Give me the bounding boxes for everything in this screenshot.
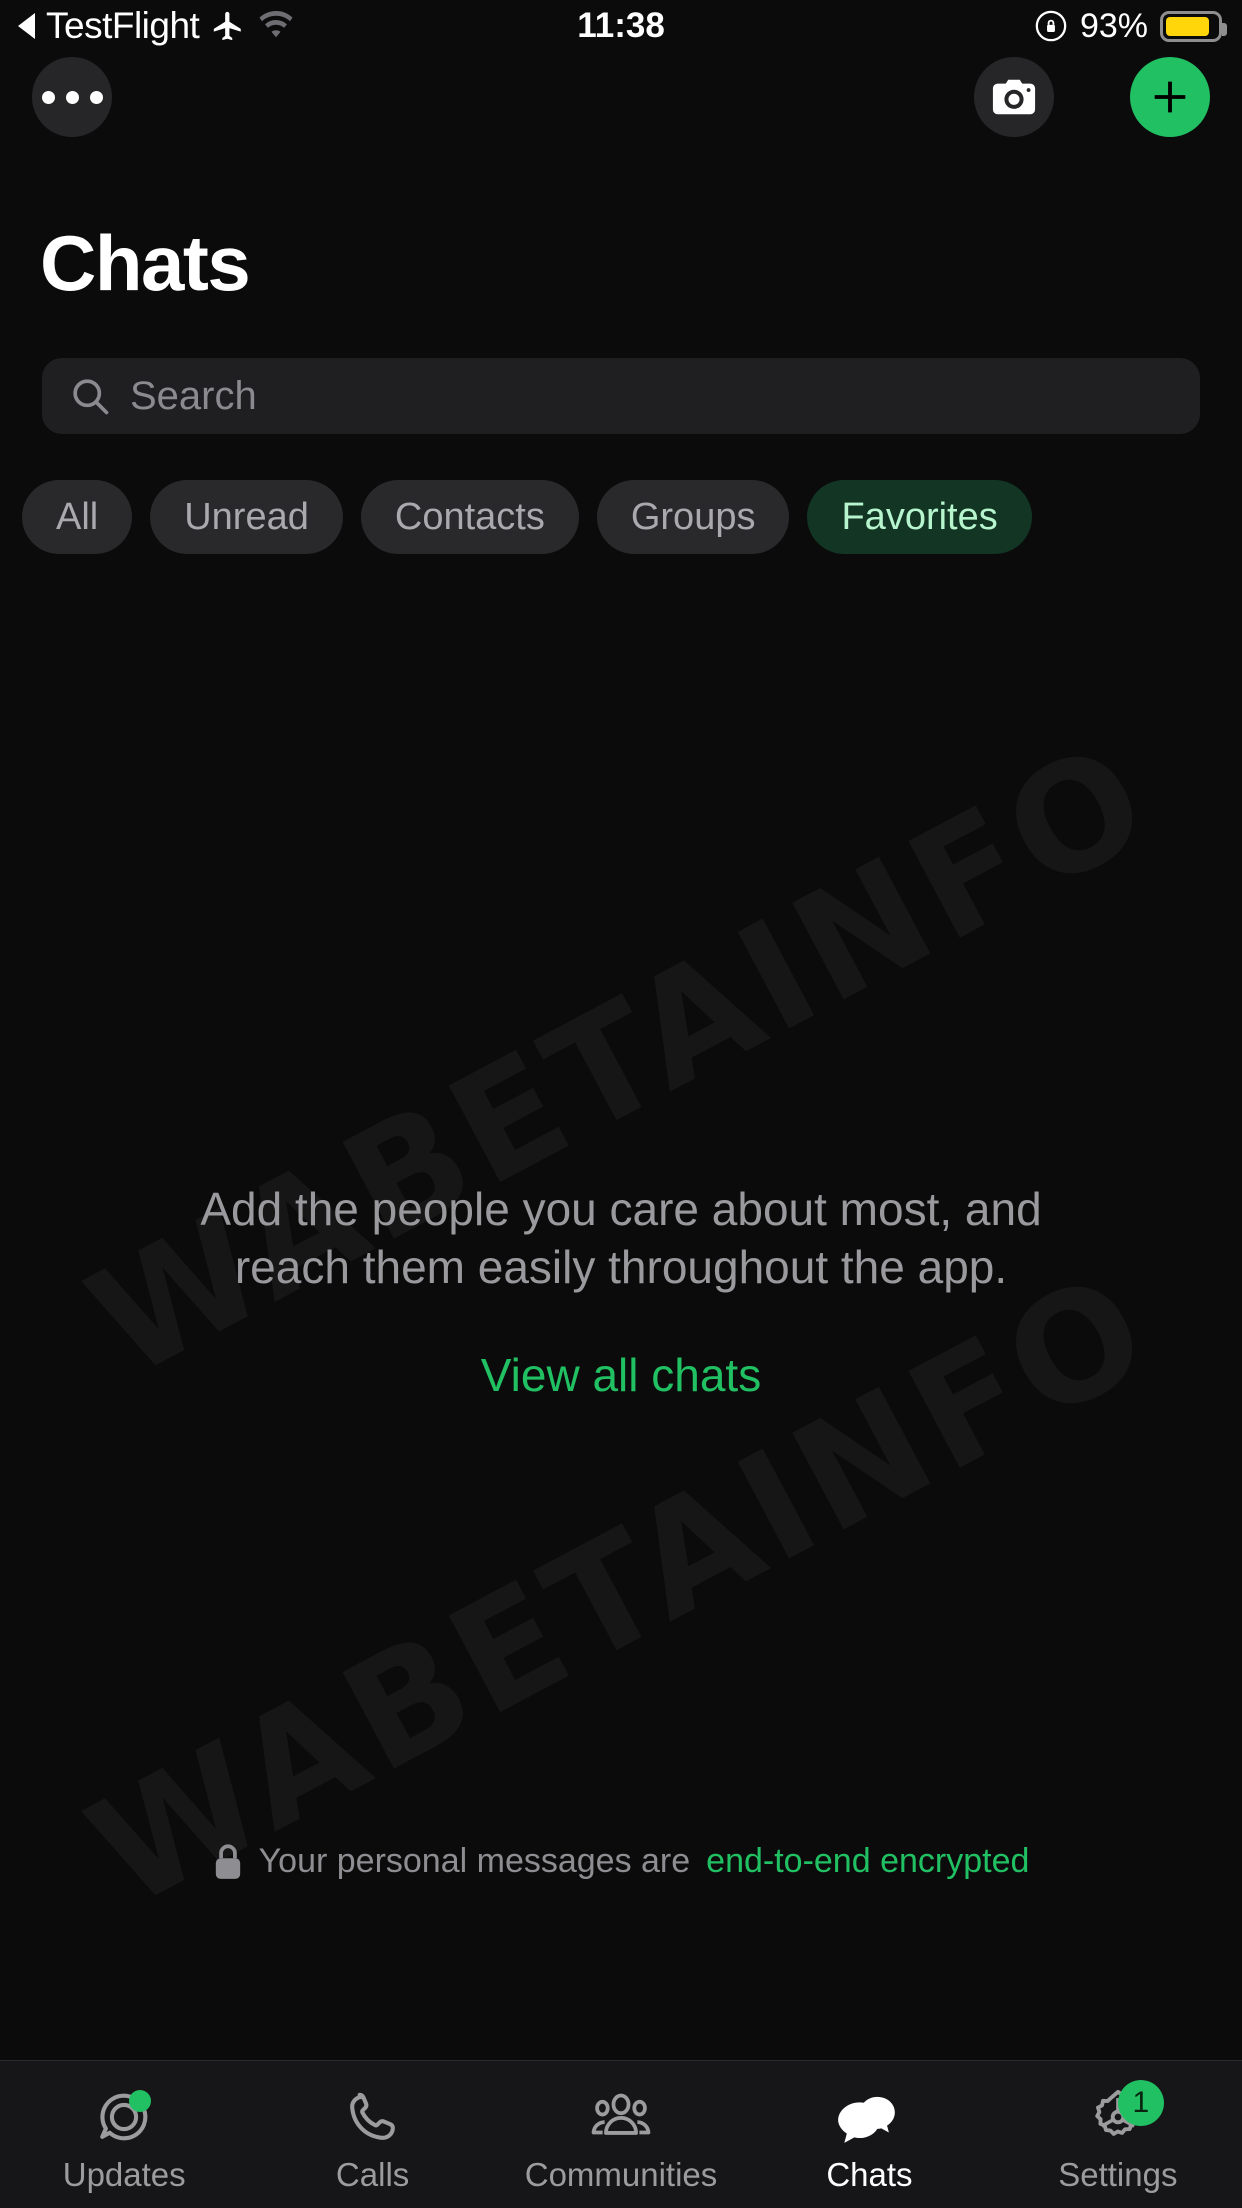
ellipsis-icon	[41, 90, 103, 104]
filter-pill-unread[interactable]: Unread	[150, 480, 343, 554]
plus-icon	[1154, 81, 1186, 113]
empty-state-line-2: reach them easily throughout the app.	[234, 1241, 1008, 1293]
tab-chats[interactable]: Chats	[745, 2061, 993, 2208]
empty-state: Add the people you care about most, and …	[0, 1180, 1242, 1402]
gear-icon: 1	[1088, 2079, 1164, 2146]
tab-label-chats: Chats	[826, 2155, 913, 2193]
phone-icon	[344, 2086, 402, 2146]
tab-label-calls: Calls	[335, 2155, 410, 2193]
settings-badge-count: 1	[1117, 2079, 1164, 2126]
updates-status-icon	[95, 2086, 153, 2146]
tab-calls[interactable]: Calls	[248, 2061, 496, 2208]
bottom-tab-bar: Updates Calls Communities Chats 1 Settin…	[0, 2060, 1242, 2208]
tab-label-communities: Communities	[524, 2155, 718, 2193]
search-bar[interactable]: Search	[42, 358, 1200, 434]
top-nav-bar	[0, 57, 1242, 139]
filter-pill-favorites[interactable]: Favorites	[807, 480, 1032, 554]
lock-icon	[215, 1843, 240, 1879]
tab-label-updates: Updates	[62, 2155, 186, 2193]
search-input[interactable]: Search	[130, 374, 257, 419]
more-options-button[interactable]	[32, 57, 112, 137]
search-icon	[73, 379, 109, 415]
tab-settings[interactable]: 1 Settings	[994, 2061, 1242, 2208]
tab-communities[interactable]: Communities	[497, 2061, 745, 2208]
status-bar-clock: 11:38	[577, 6, 665, 45]
empty-state-line-1: Add the people you care about most, and	[200, 1183, 1042, 1235]
camera-button[interactable]	[974, 57, 1054, 137]
encryption-notice-link[interactable]: end-to-end encrypted	[706, 1842, 1029, 1881]
encryption-notice[interactable]: Your personal messages are end-to-end en…	[0, 1842, 1242, 1881]
rotation-lock-icon	[1035, 10, 1067, 42]
tab-updates[interactable]: Updates	[0, 2061, 248, 2208]
chat-bubbles-icon	[837, 2086, 901, 2146]
updates-badge-dot	[129, 2089, 152, 2112]
tab-label-settings: Settings	[1058, 2155, 1178, 2193]
battery-percent-label: 93%	[1079, 6, 1148, 45]
new-chat-button[interactable]	[1130, 57, 1210, 137]
status-bar-right: 93%	[1034, 0, 1227, 52]
filter-pill-contacts[interactable]: Contacts	[360, 480, 579, 554]
encryption-notice-text: Your personal messages are	[258, 1842, 691, 1880]
filter-pill-groups[interactable]: Groups	[596, 480, 790, 554]
status-bar: TestFlight 11:38 93%	[0, 0, 1242, 52]
page-title: Chats	[40, 219, 251, 307]
filter-pill-all[interactable]: All	[22, 480, 133, 554]
view-all-chats-link[interactable]: View all chats	[481, 1348, 761, 1402]
whatsapp-chats-screen: WABETAINFO WABETAINFO TestFlight 11:38	[0, 0, 1242, 2208]
battery-icon	[1160, 10, 1227, 42]
communities-people-icon	[590, 2086, 652, 2146]
camera-icon	[992, 79, 1036, 115]
chat-filter-pills: All Unread Contacts Groups Favorites	[22, 478, 1242, 556]
